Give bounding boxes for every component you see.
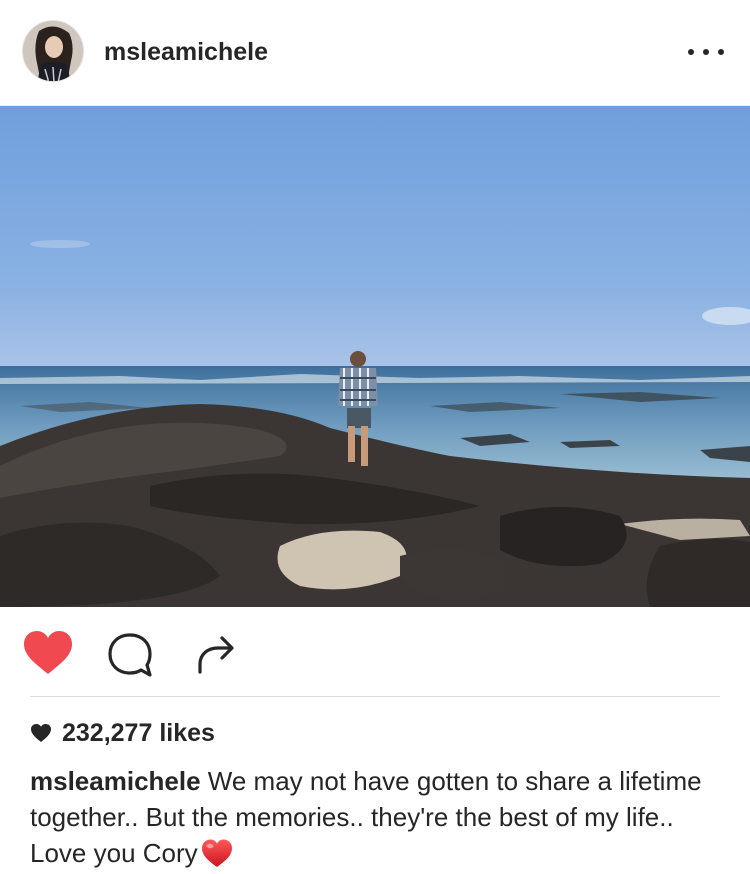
avatar[interactable] xyxy=(22,20,84,82)
dot xyxy=(703,49,709,55)
post-username[interactable]: msleamichele xyxy=(104,38,268,66)
caption-username[interactable]: msleamichele xyxy=(30,766,201,796)
post-photo[interactable] xyxy=(0,105,750,607)
share-arrow-icon[interactable] xyxy=(194,630,238,676)
divider xyxy=(30,696,720,697)
dot xyxy=(718,49,724,55)
action-bar xyxy=(0,606,750,696)
red-heart-emoji-icon xyxy=(201,839,232,867)
more-options-icon[interactable] xyxy=(688,40,724,64)
post-header: msleamichele xyxy=(0,0,750,104)
caption: msleamichele We may not have gotten to s… xyxy=(30,763,730,871)
heart-icon[interactable] xyxy=(22,630,74,676)
likes-count: 232,277 likes xyxy=(62,718,215,747)
small-heart-icon xyxy=(31,724,51,742)
avatar-image xyxy=(23,21,83,81)
likes-row[interactable]: 232,277 likes xyxy=(30,716,215,750)
instagram-post: msleamichele 232,277 likes msleamichele … xyxy=(0,0,750,874)
beach-photo xyxy=(0,106,750,607)
dot xyxy=(688,49,694,55)
comment-bubble-icon[interactable] xyxy=(106,632,154,678)
